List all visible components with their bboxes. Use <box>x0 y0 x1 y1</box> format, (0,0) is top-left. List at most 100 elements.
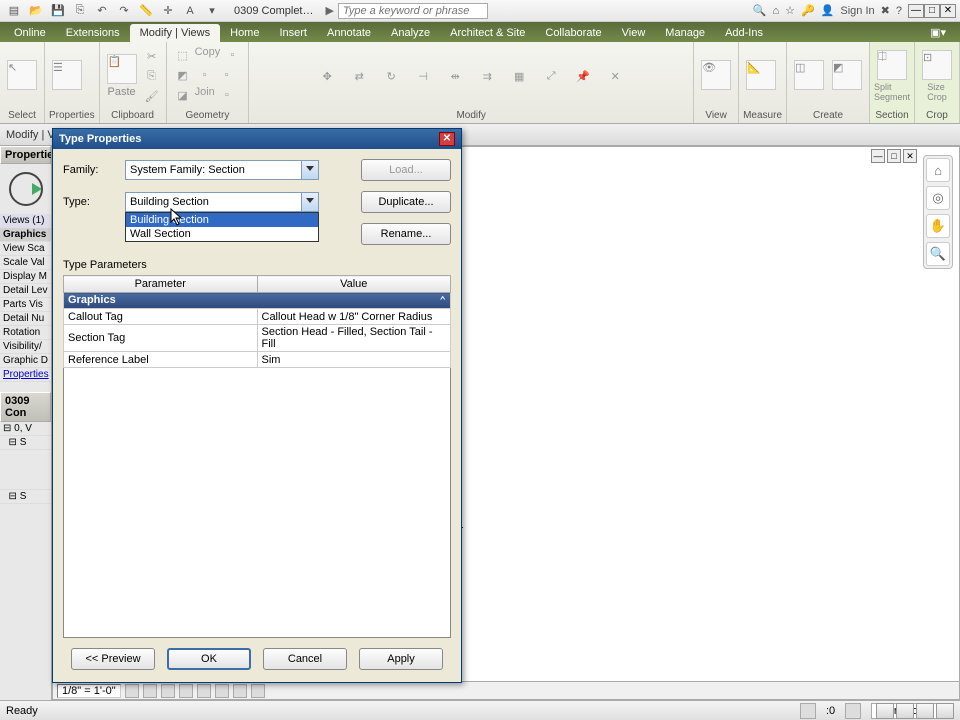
copy-mod-button[interactable]: ⇄ <box>345 62 373 90</box>
type-selector-image[interactable] <box>0 164 51 214</box>
array-button[interactable]: ▦ <box>505 62 533 90</box>
prop-row-9[interactable]: Graphic D <box>0 354 51 368</box>
create-button-1[interactable]: ◫ <box>791 48 827 104</box>
properties-palette-title[interactable]: Properties <box>0 146 51 164</box>
tab-modify-views[interactable]: Modify | Views <box>130 24 221 42</box>
hide-isolate-icon[interactable] <box>233 684 247 698</box>
nav-wheel-icon[interactable]: ◎ <box>926 186 950 210</box>
filter-btn-4[interactable] <box>936 703 954 719</box>
crop-view-icon[interactable] <box>197 684 211 698</box>
minimize-button[interactable]: — <box>908 4 924 18</box>
filter-btn-3[interactable] <box>916 703 934 719</box>
undo-icon[interactable]: ↶ <box>92 2 112 20</box>
move-button[interactable]: ✥ <box>313 62 341 90</box>
sign-in-label[interactable]: Sign In <box>840 5 874 17</box>
text-icon[interactable]: A <box>180 2 200 20</box>
collapse-icon[interactable]: ⌃ <box>439 294 446 307</box>
help-icon[interactable]: ? <box>896 5 902 17</box>
geom-btn-3[interactable]: ▫ <box>217 66 237 84</box>
view-scale[interactable]: 1/8" = 1'-0" <box>57 684 121 698</box>
maximize-button[interactable]: □ <box>924 4 940 18</box>
preview-button[interactable]: << Preview <box>71 648 155 670</box>
table-row[interactable]: Section TagSection Head - Filled, Sectio… <box>64 325 451 352</box>
value-reference-label[interactable]: Sim <box>257 352 451 368</box>
views-count[interactable]: Views (1) <box>0 214 51 228</box>
ribbon-collapse-icon[interactable]: ▣▾ <box>920 23 956 42</box>
prop-row-7[interactable]: Rotation <box>0 326 51 340</box>
tab-online[interactable]: Online <box>4 24 56 42</box>
align-icon[interactable]: ✛ <box>158 2 178 20</box>
help-search-input[interactable] <box>338 3 488 19</box>
prop-row-8[interactable]: Visibility/ <box>0 340 51 354</box>
th-value[interactable]: Value <box>257 276 451 293</box>
create-button-2[interactable]: ◩ <box>829 48 865 104</box>
properties-button[interactable]: ☰ <box>49 48 85 104</box>
th-parameter[interactable]: Parameter <box>64 276 258 293</box>
browser-row-1[interactable]: ⊟ 0, V <box>0 422 51 436</box>
type-combo[interactable]: Building Section <box>125 192 319 212</box>
browser-row-3[interactable] <box>0 450 51 490</box>
dialog-titlebar[interactable]: Type Properties ✕ <box>53 129 461 149</box>
mirror-button[interactable]: ⇹ <box>441 62 469 90</box>
redo-icon[interactable]: ↷ <box>114 2 134 20</box>
duplicate-button[interactable]: Duplicate... <box>361 191 451 213</box>
measure-button[interactable]: 📐 <box>743 48 779 104</box>
filter-btn-1[interactable] <box>876 703 894 719</box>
filter-btn-2[interactable] <box>896 703 914 719</box>
sun-path-icon[interactable] <box>161 684 175 698</box>
crop-region-icon[interactable] <box>215 684 229 698</box>
editable-only-icon[interactable] <box>845 703 861 719</box>
rotate-button[interactable]: ↻ <box>377 62 405 90</box>
geom-btn-1[interactable]: ▫ <box>222 46 242 64</box>
project-browser-title[interactable]: 0309 Con <box>0 392 51 422</box>
table-row[interactable]: Callout TagCallout Head w 1/8" Corner Ra… <box>64 309 451 325</box>
close-button[interactable]: ✕ <box>940 4 956 18</box>
tab-addins[interactable]: Add-Ins <box>715 24 773 42</box>
value-callout-tag[interactable]: Callout Head w 1/8" Corner Radius <box>257 309 451 325</box>
workset-icon[interactable] <box>800 703 816 719</box>
cut-geom-button[interactable]: ◩ <box>173 66 193 84</box>
ok-button[interactable]: OK <box>167 648 251 670</box>
pin-button[interactable]: 📌 <box>569 62 597 90</box>
app-menu-icon[interactable]: ▤ <box>4 2 24 20</box>
prop-row-4[interactable]: Detail Lev <box>0 284 51 298</box>
nav-pan-icon[interactable]: ✋ <box>926 214 950 238</box>
tab-analyze[interactable]: Analyze <box>381 24 440 42</box>
tab-extensions[interactable]: Extensions <box>56 24 130 42</box>
tab-collaborate[interactable]: Collaborate <box>535 24 611 42</box>
prop-group-graphics[interactable]: Graphics <box>0 228 51 242</box>
nav-zoom-icon[interactable]: 🔍 <box>926 242 950 266</box>
prop-row-1[interactable]: View Sca <box>0 242 51 256</box>
open-icon[interactable]: 📂 <box>26 2 46 20</box>
prop-row-6[interactable]: Detail Nu <box>0 312 51 326</box>
size-crop-button[interactable]: ⊡Size Crop <box>919 48 955 104</box>
split-segment-button[interactable]: ⎅Split Segment <box>874 48 910 104</box>
reveal-hidden-icon[interactable] <box>251 684 265 698</box>
copy-button[interactable]: ⎘ <box>142 67 162 85</box>
type-option-building-section[interactable]: Building Section <box>126 213 318 227</box>
visual-style-icon[interactable] <box>143 684 157 698</box>
cancel-button[interactable]: Cancel <box>263 648 347 670</box>
apply-button[interactable]: Apply <box>359 648 443 670</box>
tab-home[interactable]: Home <box>220 24 269 42</box>
geom-btn-2[interactable]: ▫ <box>195 66 215 84</box>
keys-icon[interactable]: 🔑 <box>801 4 815 17</box>
subscription-icon[interactable]: ⌂ <box>772 5 779 17</box>
family-combo[interactable]: System Family: Section <box>125 160 319 180</box>
prop-row-2[interactable]: Scale Val <box>0 256 51 270</box>
cope-button[interactable]: ⬚ <box>173 46 193 64</box>
modify-tool-button[interactable]: ↖ <box>4 48 40 104</box>
measure-icon[interactable]: 📏 <box>136 2 156 20</box>
dialog-close-button[interactable]: ✕ <box>439 132 455 146</box>
rename-button[interactable]: Rename... <box>361 223 451 245</box>
nav-home-icon[interactable]: ⌂ <box>926 158 950 182</box>
group-graphics[interactable]: Graphics⌃ <box>64 293 451 309</box>
trim-button[interactable]: ⊣ <box>409 62 437 90</box>
cut-button[interactable]: ✂ <box>142 47 162 65</box>
detail-level-icon[interactable] <box>125 684 139 698</box>
browser-row-4[interactable]: ⊟ S <box>0 490 51 504</box>
search-icon[interactable]: 🔍 <box>753 4 767 17</box>
delete-button[interactable]: ✕ <box>601 62 629 90</box>
match-button[interactable]: 🖌 <box>142 87 162 105</box>
type-option-wall-section[interactable]: Wall Section <box>126 227 318 241</box>
